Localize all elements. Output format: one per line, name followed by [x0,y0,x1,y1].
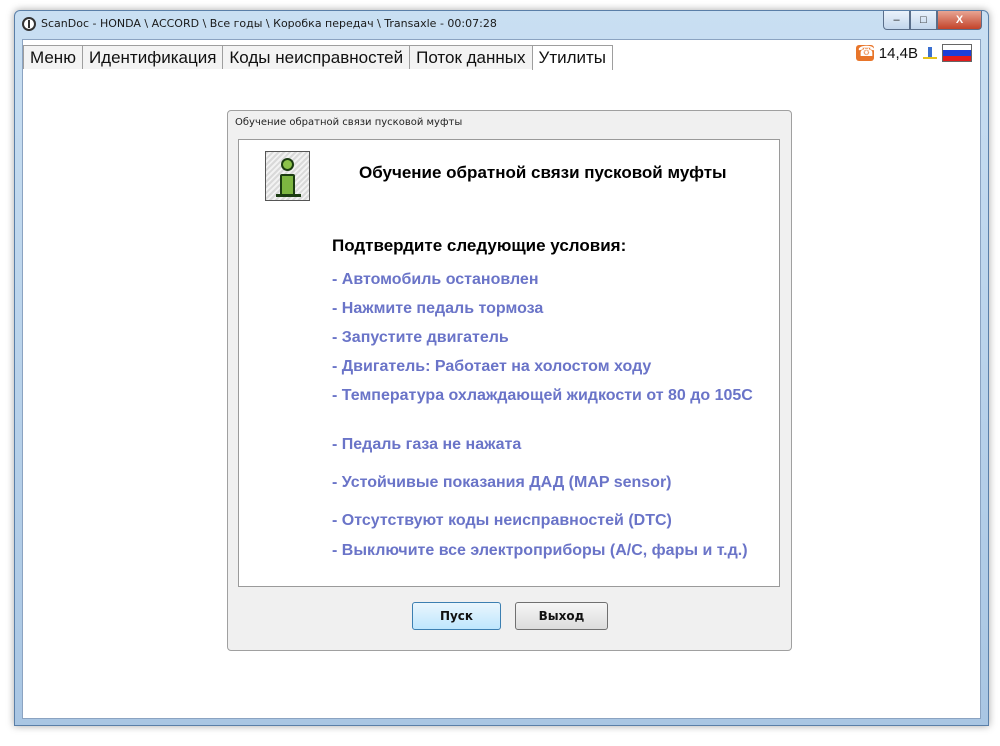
voltage-readout: 14,4В [878,44,918,62]
maximize-button[interactable]: □ [910,11,937,30]
tab-menu[interactable]: Меню [23,45,83,69]
exit-button[interactable]: Выход [515,602,608,630]
condition-item: - Устойчивые показания ДАД (MAP sensor) [332,474,672,491]
dialog-body: Обучение обратной связи пусковой муфты П… [238,139,780,587]
condition-item: - Отсутствуют коды неисправностей (DTC) [332,512,672,529]
start-button[interactable]: Пуск [412,602,501,630]
conditions-title: Подтвердите следующие условия: [332,236,627,255]
dialog-heading: Обучение обратной связи пусковой муфты [359,163,727,182]
clutch-learning-dialog: Обучение обратной связи пусковой муфты О… [227,110,792,651]
dialog-caption: Обучение обратной связи пусковой муфты [235,117,463,128]
phone-icon [855,43,875,61]
condition-item: - Выключите все электроприборы (A/C, фар… [332,542,748,559]
tab-bar: Меню Идентификация Коды неисправностей П… [23,40,980,70]
condition-item: - Двигатель: Работает на холостом ходу [332,358,652,375]
tab-utilities[interactable]: Утилиты [531,45,614,70]
app-window: ScanDoc - HONDA \ ACCORD \ Все годы \ Ко… [14,10,989,726]
condition-item: - Педаль газа не нажата [332,436,522,453]
plug-icon [923,45,937,61]
window-controls: – □ X [883,11,982,31]
app-steering-icon [22,17,36,31]
condition-item: - Запустите двигатель [332,329,509,346]
close-button[interactable]: X [937,11,982,30]
status-area: 14,4В [855,43,972,62]
title-bar[interactable]: ScanDoc - HONDA \ ACCORD \ Все годы \ Ко… [15,11,988,39]
russian-flag-icon[interactable] [942,44,972,62]
condition-item: - Температура охлаждающей жидкости от 80… [332,387,753,404]
window-title: ScanDoc - HONDA \ ACCORD \ Все годы \ Ко… [41,17,497,30]
tab-fault-codes[interactable]: Коды неисправностей [222,45,411,69]
info-icon [265,151,310,201]
tab-data-stream[interactable]: Поток данных [409,45,533,69]
client-area: Меню Идентификация Коды неисправностей П… [22,39,981,719]
condition-item: - Нажмите педаль тормоза [332,300,544,317]
tab-identification[interactable]: Идентификация [81,45,224,69]
minimize-button[interactable]: – [883,11,910,30]
condition-item: - Автомобиль остановлен [332,271,539,288]
